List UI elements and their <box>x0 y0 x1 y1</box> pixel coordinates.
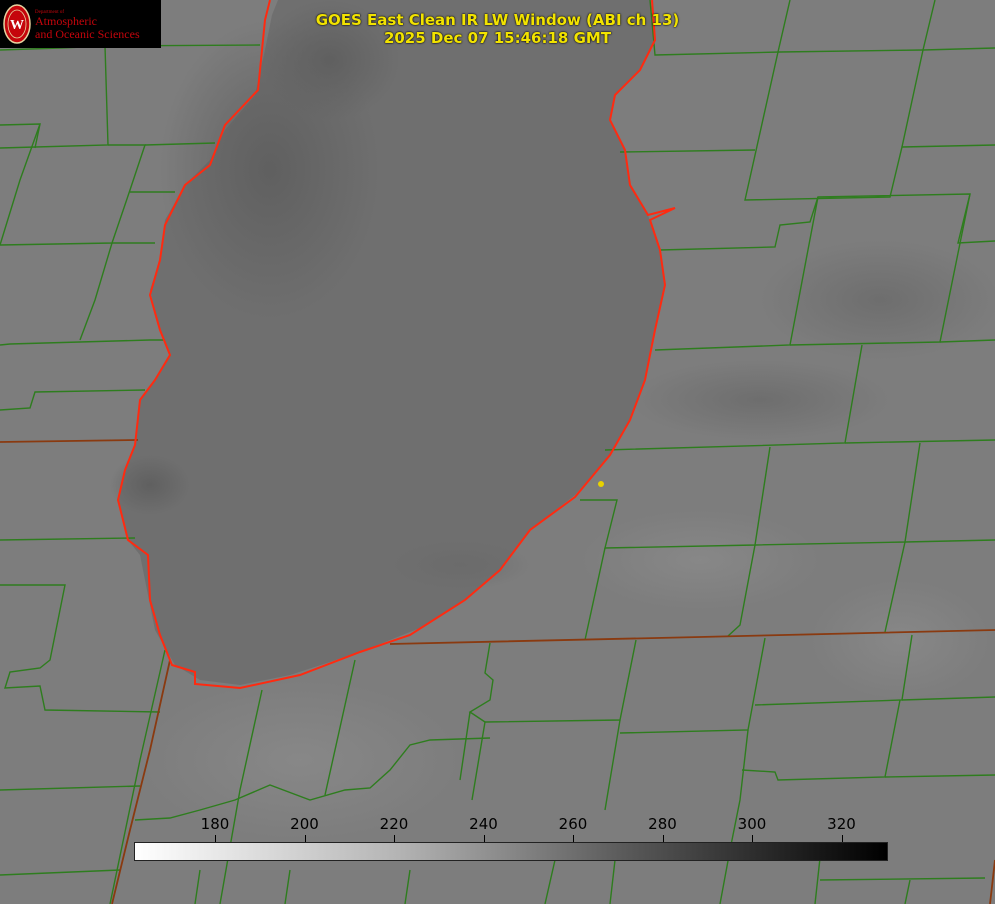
colorbar-tick-label: 200 <box>290 815 319 833</box>
colorbar-tick-mark <box>215 835 216 842</box>
land-texture <box>760 240 995 360</box>
colorbar-tick-label: 240 <box>469 815 498 833</box>
colorbar-tick-label: 280 <box>648 815 677 833</box>
colorbar-tick-label: 180 <box>200 815 230 833</box>
image-title: GOES East Clean IR LW Window (ABI ch 13) <box>315 11 680 29</box>
colorbar-tick-mark <box>304 835 306 842</box>
land-texture <box>580 510 820 610</box>
colorbar-tick-label: 220 <box>379 815 409 833</box>
colorbar-tick-mark <box>841 835 843 842</box>
satellite-map <box>0 0 995 904</box>
location-marker <box>598 481 604 487</box>
land-texture <box>810 580 990 700</box>
seal-letter: W <box>10 18 24 33</box>
land-texture <box>630 360 890 440</box>
colorbar-tick-label: 320 <box>827 815 856 833</box>
logo-line-1: Atmospheric <box>35 14 97 28</box>
logo-line-2: and Oceanic Sciences <box>35 27 140 41</box>
colorbar-tick-mark <box>662 835 664 842</box>
colorbar-tick-label: 300 <box>737 815 767 833</box>
image-timestamp: 2025 Dec 07 15:46:18 GMT <box>383 29 612 47</box>
aos-logo: W Department of Atmospheric and Oceanic … <box>0 0 161 48</box>
colorbar-tick-label: 260 <box>558 815 588 833</box>
colorbar-tick-mark <box>483 835 485 842</box>
colorbar-tick-mark <box>573 835 574 842</box>
colorbar-tick-mark <box>752 835 753 842</box>
uw-crest-icon: W <box>3 4 31 44</box>
lake-dark-band <box>390 540 530 590</box>
colorbar <box>134 842 888 861</box>
colorbar-tick-mark <box>394 835 395 842</box>
